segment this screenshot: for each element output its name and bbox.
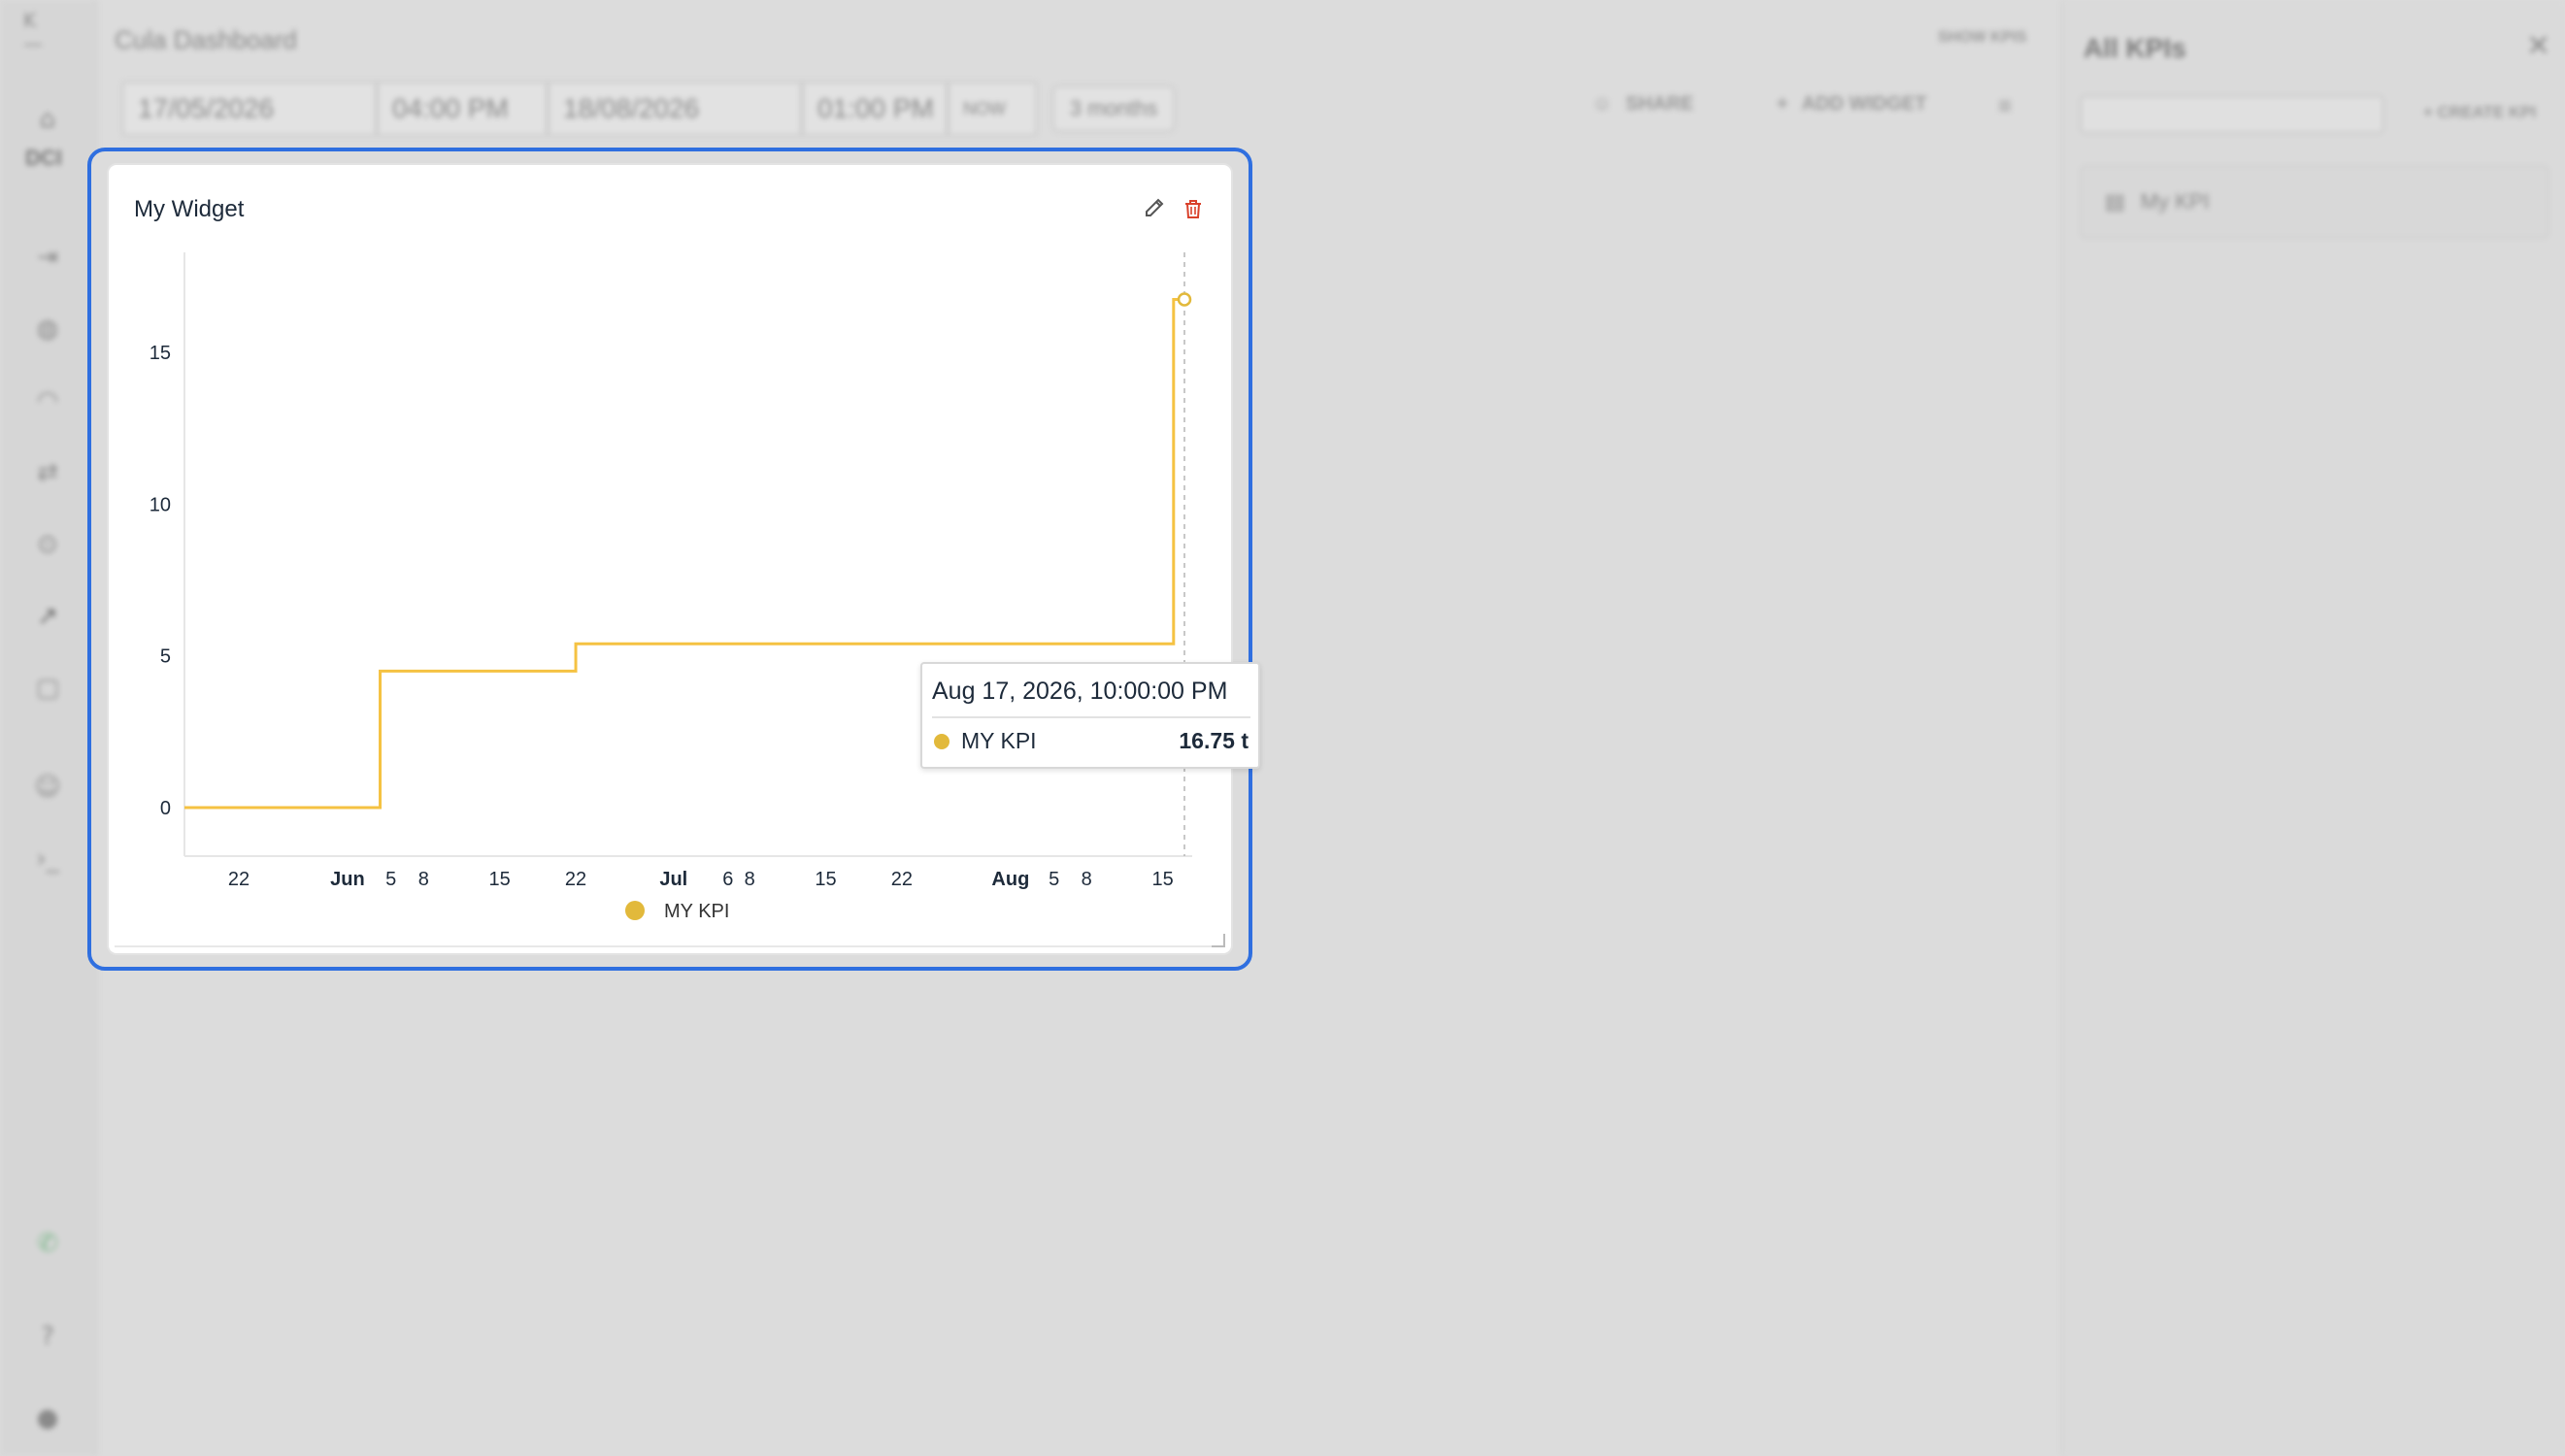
share-button[interactable]: ☺ SHARE <box>1592 93 1693 116</box>
sidebar: K — ⌂ DCI ⇥ ◍ ◠ ⇄ ⊙ ↗ ▢ ☺ ›_ ✆ ? ● <box>0 0 97 1456</box>
user-icon[interactable]: ☺ <box>33 773 62 802</box>
kpi-icon: ▤ <box>2105 189 2125 214</box>
kpi-panel-title: All KPIs <box>2083 33 2186 63</box>
add-widget-label: ADD WIDGET <box>1801 93 1927 115</box>
globe-icon[interactable]: ◍ <box>33 314 62 344</box>
range-chip[interactable]: 3 months <box>1052 85 1175 132</box>
x-tick-label: 8 <box>418 869 429 890</box>
collapse-icon[interactable]: K — <box>23 9 52 55</box>
tooltip-value: 16.75 t <box>1179 728 1249 753</box>
transfer-icon[interactable]: ⇄ <box>33 458 62 487</box>
arrow-icon[interactable]: ⇥ <box>33 243 62 272</box>
profile-icon[interactable]: ● <box>33 1404 62 1433</box>
now-button[interactable]: NOW <box>948 82 1037 136</box>
kpi-list-item[interactable]: ▤ My KPI <box>2080 165 2549 239</box>
kpi-chart[interactable]: 05101522 Jun 5 8 15 22 Jul 6 8 15 22 Aug 5 8 15MY KPI <box>109 165 1235 957</box>
y-tick-label: 5 <box>160 646 171 668</box>
x-tick-label: 15 <box>489 869 511 890</box>
x-tick-label: 8 <box>1082 869 1092 890</box>
trend-icon[interactable]: ↗ <box>33 602 62 631</box>
x-tick-label: Jul <box>659 869 687 890</box>
date-range-bar: 17/05/2026 04:00 PM 18/08/2026 01:00 PM … <box>122 82 1037 136</box>
share-icon: ☺ <box>1592 93 1613 115</box>
x-tick-label: 22 <box>565 869 586 890</box>
widget-bottom-border <box>115 945 1225 947</box>
terminal-icon[interactable]: ›_ <box>33 844 62 874</box>
close-icon[interactable]: ✕ <box>2526 29 2550 63</box>
end-date-field[interactable]: 18/08/2026 <box>548 82 802 136</box>
share-label: SHARE <box>1625 93 1694 115</box>
home-icon[interactable]: ⌂ <box>33 105 62 134</box>
tooltip-divider <box>932 716 1250 718</box>
tooltip-series-name: MY KPI <box>961 728 1037 753</box>
gauge-icon[interactable]: ◠ <box>33 386 62 415</box>
y-tick-label: 10 <box>150 494 171 515</box>
help-icon[interactable]: ? <box>33 1322 62 1351</box>
kpi-item-label: My KPI <box>2140 189 2210 214</box>
x-tick-label: 5 <box>385 869 396 890</box>
x-tick-label: Jun <box>330 869 365 890</box>
kpi-search-input[interactable] <box>2080 95 2384 134</box>
settings-icon[interactable]: ⊙ <box>33 530 62 559</box>
legend-swatch <box>625 901 645 920</box>
menu-icon[interactable]: ≡ <box>1998 93 2012 120</box>
y-tick-label: 15 <box>150 343 171 364</box>
tooltip-series-dot <box>934 734 949 749</box>
end-time-field[interactable]: 01:00 PM <box>802 82 948 136</box>
y-tick-label: 0 <box>160 798 171 819</box>
x-tick-label: 22 <box>891 869 913 890</box>
resize-handle[interactable] <box>1212 934 1225 947</box>
phone-icon[interactable]: ✆ <box>33 1229 62 1258</box>
hover-point <box>1177 292 1192 307</box>
x-tick-label: 5 <box>1049 869 1059 890</box>
kpi-panel: All KPIs ✕ + CREATE KPI ▤ My KPI <box>2062 0 2565 1456</box>
x-tick-label: 22 <box>228 869 250 890</box>
x-tick-label: 15 <box>815 869 836 890</box>
add-widget-button[interactable]: + ADD WIDGET <box>1777 93 1927 116</box>
kpi-widget[interactable]: My Widget 0 5 10 15 22 Jun 5 8 15 22 Jul 6 8 15 22 Aug 5… <box>107 163 1260 957</box>
document-icon[interactable]: ▢ <box>33 674 62 703</box>
legend-label: MY KPI <box>664 901 729 922</box>
x-tick-label: 8 <box>745 869 755 890</box>
tooltip-date: Aug 17, 2026, 10:00:00 PM <box>932 678 1228 705</box>
x-tick-label: 15 <box>1151 869 1173 890</box>
start-time-field[interactable]: 04:00 PM <box>377 82 548 136</box>
plus-icon: + <box>1777 93 1788 115</box>
dashboard-title: Cula Dashboard <box>115 25 297 54</box>
x-tick-label: Aug <box>991 869 1029 890</box>
create-kpi-button[interactable]: + CREATE KPI <box>2423 103 2536 122</box>
start-date-field[interactable]: 17/05/2026 <box>122 82 377 136</box>
show-kpis-button[interactable]: SHOW KPIS <box>1938 29 2027 47</box>
chart-tooltip: Aug 17, 2026, 10:00:00 PM MY KPI 16.75 t <box>920 662 1260 769</box>
sidebar-label: DCI <box>25 146 62 170</box>
x-tick-label: 6 <box>722 869 733 890</box>
